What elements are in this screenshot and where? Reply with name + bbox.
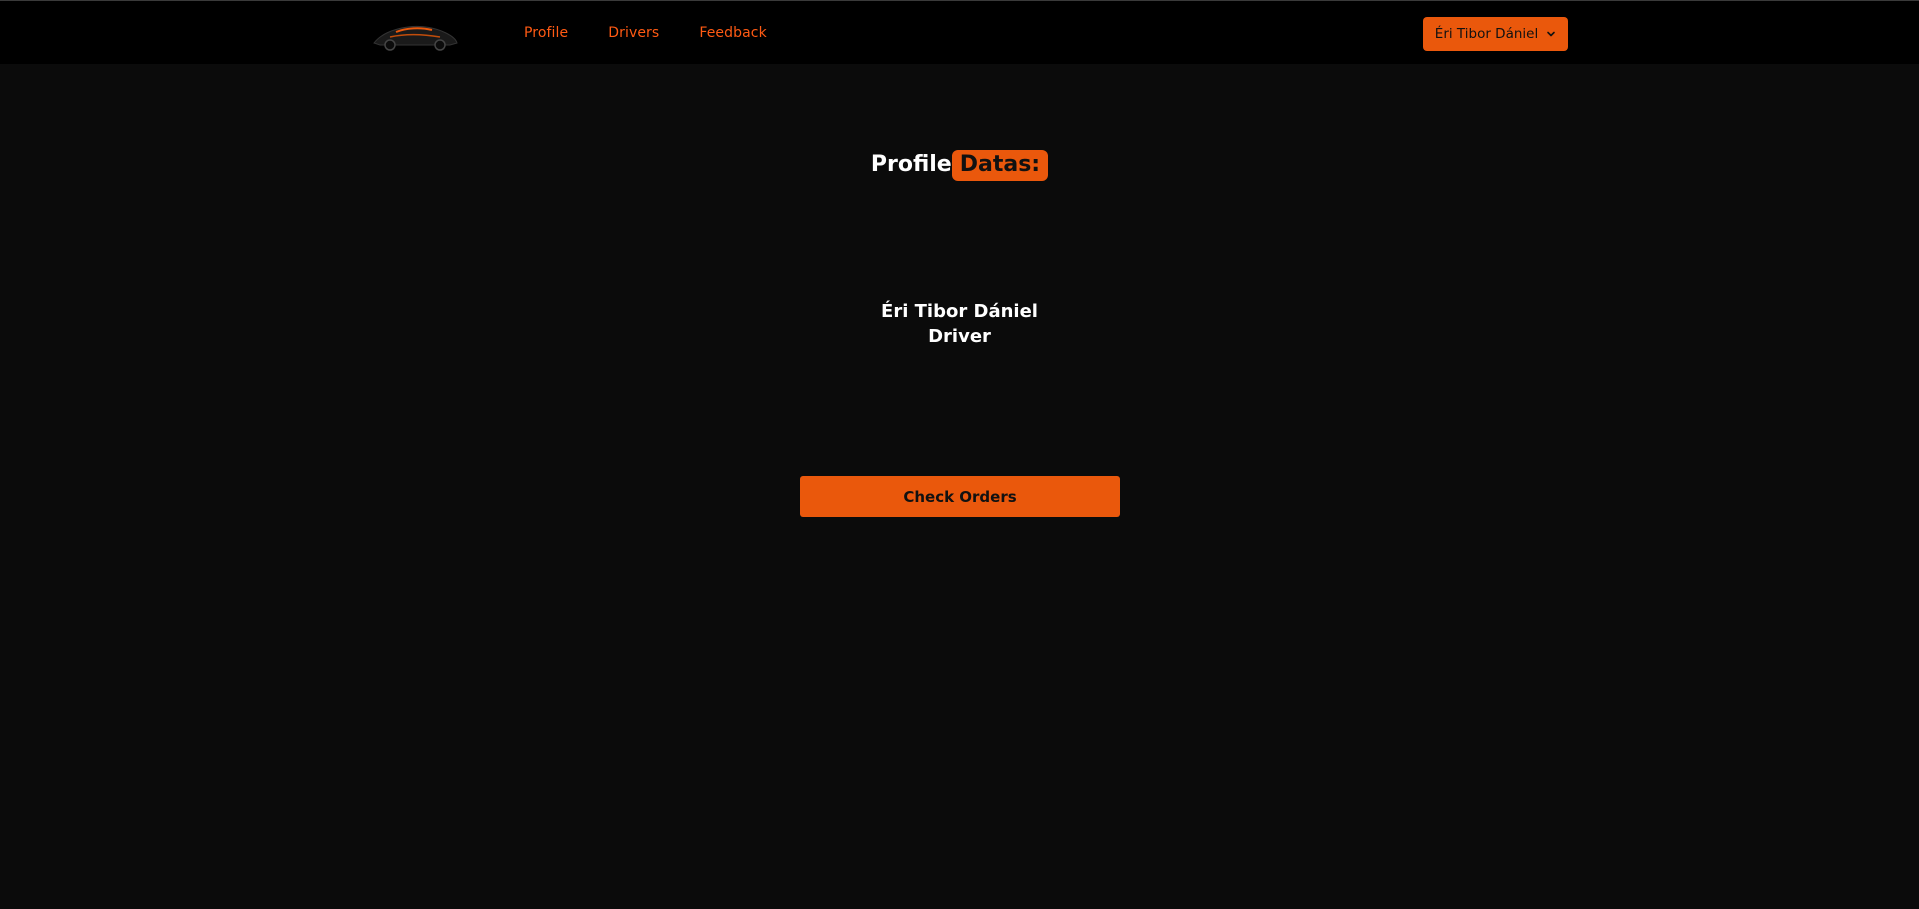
chevron-down-icon — [1547, 31, 1556, 37]
user-menu-button[interactable]: Éri Tibor Dániel — [1423, 17, 1568, 51]
nav-link-profile[interactable]: Profile — [524, 25, 568, 41]
page-title: Profile Datas: — [0, 150, 1919, 181]
profile-role: Driver — [928, 326, 991, 347]
main-content: Profile Datas: Éri Tibor Dániel Driver Ch… — [0, 64, 1919, 909]
profile-info: Éri Tibor Dániel Driver — [0, 299, 1919, 349]
page-title-text: Profile — [870, 152, 952, 177]
nav-link-feedback[interactable]: Feedback — [699, 25, 766, 41]
check-orders-button[interactable]: Check Orders — [800, 476, 1120, 517]
page-title-accent: Datas: — [951, 150, 1049, 181]
navbar: Profile Drivers Feedback Éri Tibor Dánie… — [0, 0, 1919, 64]
main-nav: Profile Drivers Feedback — [524, 1, 767, 65]
user-menu-label: Éri Tibor Dániel — [1434, 26, 1539, 42]
profile-name: Éri Tibor Dániel — [881, 301, 1038, 322]
sports-car-logo-icon[interactable] — [370, 19, 460, 53]
nav-link-drivers[interactable]: Drivers — [608, 25, 659, 41]
